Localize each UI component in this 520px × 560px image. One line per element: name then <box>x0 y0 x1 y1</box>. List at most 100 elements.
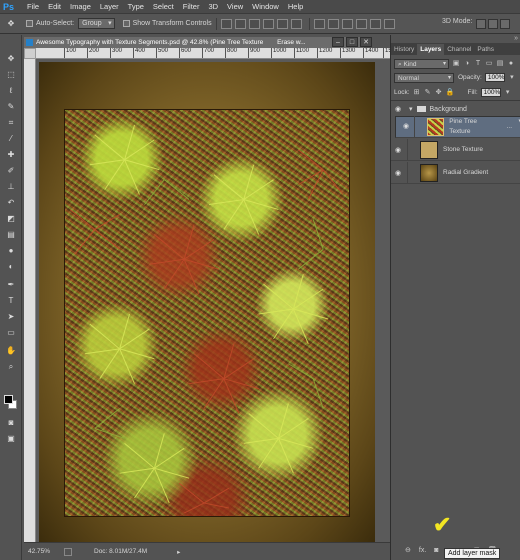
lasso-icon[interactable]: ℓ <box>4 85 18 96</box>
layer-thumbnail <box>427 118 445 136</box>
quick-mask-icon[interactable]: ◙ <box>4 417 18 428</box>
ruler-origin[interactable] <box>24 48 36 59</box>
align-top-icon[interactable] <box>220 18 232 29</box>
chevron-down-icon[interactable]: ▾ <box>508 74 516 82</box>
blur-icon[interactable]: ● <box>4 245 18 256</box>
menu-type[interactable]: Type <box>128 2 144 11</box>
auto-select-dropdown[interactable]: Group <box>78 18 115 29</box>
distribute-bottom-icon[interactable] <box>341 18 353 29</box>
layer-style-icon[interactable]: fx. <box>419 547 426 554</box>
menu-file[interactable]: File <box>27 2 39 11</box>
distribute-left-icon[interactable] <box>355 18 367 29</box>
distribute-right-icon[interactable] <box>383 18 395 29</box>
menu-image[interactable]: Image <box>70 2 91 11</box>
distribute-hcenter-icon[interactable] <box>369 18 381 29</box>
menu-layer[interactable]: Layer <box>100 2 119 11</box>
foreground-color-swatch[interactable] <box>4 395 13 404</box>
tab-layers[interactable]: Layers <box>417 44 445 55</box>
tab-history[interactable]: History <box>391 44 417 55</box>
distribute-vcenter-icon[interactable] <box>327 18 339 29</box>
align-bottom-icon[interactable] <box>248 18 260 29</box>
crop-icon[interactable]: ⌗ <box>4 117 18 128</box>
chevron-down-icon[interactable]: ▾ <box>409 105 413 113</box>
eye-icon[interactable]: ◉ <box>395 105 405 113</box>
filter-adjustment-icon[interactable]: ◑ <box>463 60 471 68</box>
menu-filter[interactable]: Filter <box>183 2 200 11</box>
close-icon[interactable]: ✕ <box>360 37 372 47</box>
zoom-icon[interactable]: ⌕ <box>4 361 18 372</box>
history-brush-icon[interactable]: ↶ <box>4 197 18 208</box>
layer-row-pine-tree-texture[interactable]: ◉ Pine Tree Texture ... <box>395 116 520 138</box>
pen-icon[interactable]: ✒ <box>4 279 18 290</box>
eye-icon[interactable]: ◉ <box>395 169 405 177</box>
filter-shape-icon[interactable]: ▭ <box>485 60 493 68</box>
vertical-ruler[interactable] <box>24 59 36 542</box>
quick-select-icon[interactable]: ✎ <box>4 101 18 112</box>
status-arrow-icon[interactable]: ▸ <box>177 548 180 556</box>
fill-input[interactable]: 100% <box>480 88 501 97</box>
gradient-icon[interactable]: ▤ <box>4 229 18 240</box>
layer-kind-filter[interactable]: ⌕ Kind <box>394 58 449 69</box>
eye-icon[interactable]: ◉ <box>403 122 412 132</box>
menu-select[interactable]: Select <box>153 2 174 11</box>
ruler-tick: 1200 <box>316 48 333 58</box>
minimize-icon[interactable]: – <box>332 37 344 47</box>
eraser-icon[interactable]: ◩ <box>4 213 18 224</box>
path-select-icon[interactable]: ➤ <box>4 311 18 322</box>
3d-pan-icon[interactable] <box>500 19 510 29</box>
filter-toggle-icon[interactable]: ● <box>507 60 515 68</box>
status-menu-icon[interactable] <box>64 547 72 556</box>
brush-icon[interactable]: ✐ <box>4 165 18 176</box>
layer-row-stone-texture[interactable]: ◉ Stone Texture <box>391 138 520 161</box>
menu-window[interactable]: Window <box>252 2 279 11</box>
eyedropper-icon[interactable]: ⁄ <box>4 133 18 144</box>
align-vcenter-icon[interactable] <box>234 18 246 29</box>
tab-channels[interactable]: Channel <box>444 44 474 55</box>
blend-mode-select[interactable]: Normal <box>394 72 454 83</box>
filter-pixel-icon[interactable]: ▣ <box>452 60 460 68</box>
lock-transparent-icon[interactable]: ⊞ <box>413 89 421 97</box>
type-icon[interactable]: T <box>4 295 18 306</box>
chevron-down-icon[interactable]: ▾ <box>504 89 512 97</box>
filter-smart-object-icon[interactable]: ▤ <box>496 60 504 68</box>
menu-help[interactable]: Help <box>288 2 303 11</box>
eye-icon[interactable]: ◉ <box>395 146 405 154</box>
menu-view[interactable]: View <box>227 2 243 11</box>
show-transform-checkbox[interactable] <box>122 20 130 27</box>
3d-orbit-icon[interactable] <box>476 19 486 29</box>
dodge-icon[interactable]: ◐ <box>4 261 18 272</box>
lock-position-icon[interactable]: ✥ <box>435 89 443 97</box>
3d-roll-icon[interactable] <box>488 19 498 29</box>
menu-3d[interactable]: 3D <box>208 2 218 11</box>
tab-paths[interactable]: Paths <box>474 44 497 55</box>
document-tab[interactable]: Awesome Typography with Texture Segments… <box>24 37 364 48</box>
maximize-icon[interactable]: □ <box>346 37 358 47</box>
link-layers-icon[interactable]: ⊖ <box>405 546 411 554</box>
horizontal-ruler[interactable]: 100 200 300 400 500 600 700 800 900 1000… <box>36 48 390 59</box>
opacity-input[interactable]: 100% <box>484 73 505 82</box>
layer-row-radial-gradient[interactable]: ◉ Radial Gradient <box>391 161 520 184</box>
collapse-panels-icon[interactable]: » <box>514 35 518 42</box>
marquee-icon[interactable]: ⬚ <box>4 69 18 80</box>
move-tool-preset-icon[interactable]: ✥ <box>4 18 18 30</box>
align-hcenter-icon[interactable] <box>276 18 288 29</box>
spot-heal-icon[interactable]: ✚ <box>4 149 18 160</box>
auto-select-checkbox[interactable] <box>26 20 33 27</box>
screen-mode-icon[interactable]: ▣ <box>4 433 18 444</box>
hand-icon[interactable]: ✋ <box>4 345 18 356</box>
layer-group-row[interactable]: ◉ ▾ Background <box>391 103 520 115</box>
align-right-icon[interactable] <box>290 18 302 29</box>
lock-all-icon[interactable]: 🔒 <box>446 89 455 97</box>
clone-stamp-icon[interactable]: ⊥ <box>4 181 18 192</box>
document-canvas[interactable] <box>36 59 390 542</box>
filter-type-icon[interactable]: T <box>474 60 482 68</box>
menu-edit[interactable]: Edit <box>48 2 61 11</box>
align-left-icon[interactable] <box>262 18 274 29</box>
shape-icon[interactable]: ▭ <box>4 327 18 338</box>
divider <box>215 17 217 30</box>
move-icon[interactable]: ✥ <box>4 53 18 64</box>
add-layer-mask-icon[interactable]: ◙ <box>434 547 438 554</box>
lock-image-icon[interactable]: ✎ <box>424 89 432 97</box>
zoom-level[interactable]: 42.75% <box>24 548 60 555</box>
distribute-top-icon[interactable] <box>313 18 325 29</box>
